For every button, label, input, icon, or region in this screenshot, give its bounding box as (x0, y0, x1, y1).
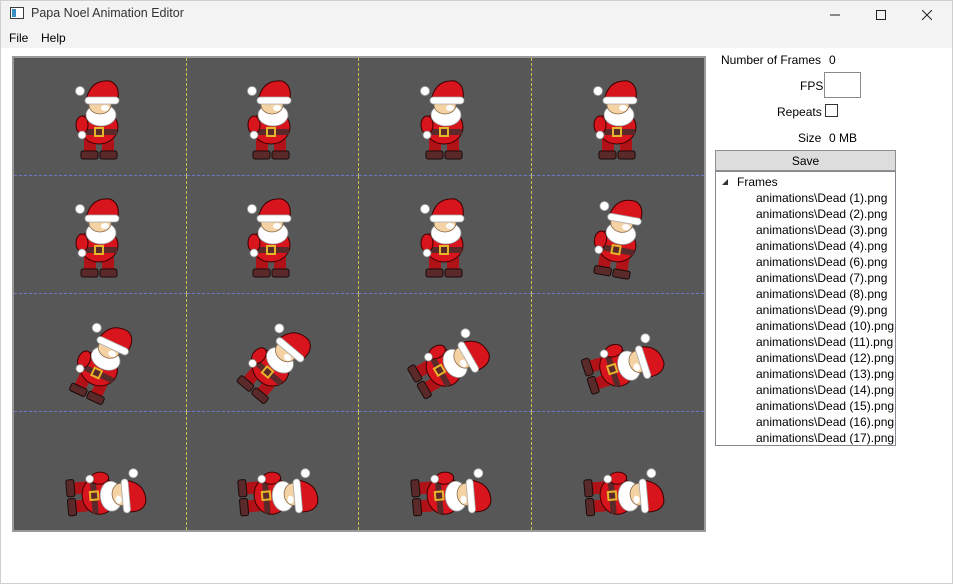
santa-sprite (68, 71, 132, 163)
close-button[interactable] (904, 1, 950, 28)
sprite-frame-cell[interactable] (531, 58, 704, 176)
santa-sprite (573, 320, 680, 409)
tree-frame-item[interactable]: animations\Dead (3).png (756, 222, 894, 238)
santa-sprite (55, 304, 152, 411)
properties-panel: Number of Frames 0 FPS Repeats Size 0 MB… (713, 49, 903, 449)
sprite-sheet-canvas[interactable] (12, 56, 706, 532)
close-icon (922, 9, 932, 20)
tree-frame-item[interactable]: animations\Dead (16).png (756, 414, 894, 430)
fps-label: FPS (800, 79, 824, 93)
sprite-frame-cell[interactable] (14, 176, 187, 294)
sprite-frame-cell[interactable] (359, 294, 532, 412)
sprite-frame-cell[interactable] (532, 412, 705, 530)
sprite-frame-cell[interactable] (186, 294, 359, 412)
santa-sprite (586, 71, 650, 163)
fps-input[interactable] (824, 72, 861, 98)
app-icon (10, 7, 24, 19)
santa-sprite (68, 189, 132, 281)
santa-sprite (413, 189, 477, 281)
tree-root-label: Frames (737, 175, 778, 189)
frames-count-value: 0 (829, 53, 836, 67)
santa-sprite (578, 460, 675, 530)
size-value: 0 MB (829, 131, 858, 145)
menu-file[interactable]: File (9, 31, 28, 45)
sprite-frame-cell[interactable] (14, 294, 187, 412)
tree-frame-item[interactable]: animations\Dead (11).png (756, 334, 894, 350)
expand-arrow-icon[interactable] (720, 177, 730, 187)
sprite-frame-cell[interactable] (14, 58, 187, 176)
tree-frame-item[interactable]: animations\Dead (8).png (756, 286, 894, 302)
santa-sprite (233, 460, 330, 530)
tree-frame-item[interactable]: animations\Dead (14).png (756, 382, 894, 398)
tree-frame-item[interactable]: animations\Dead (2).png (756, 206, 894, 222)
sprite-grid (14, 58, 704, 530)
repeats-label: Repeats (777, 105, 822, 119)
sprite-frame-cell[interactable] (531, 176, 704, 294)
maximize-button[interactable] (858, 1, 904, 28)
sprite-frame-cell[interactable] (359, 412, 532, 530)
santa-sprite (580, 184, 659, 286)
tree-frame-item[interactable]: animations\Dead (10).png (756, 318, 894, 334)
tree-frame-item[interactable]: animations\Dead (1).png (756, 190, 894, 206)
tree-children: animations\Dead (1).png animations\Dead (… (756, 190, 894, 445)
tree-root-frames[interactable]: Frames (720, 174, 778, 190)
tree-frame-item[interactable]: animations\Dead (9).png (756, 302, 894, 318)
save-button[interactable]: Save (715, 150, 896, 171)
santa-sprite (224, 305, 332, 411)
menu-help[interactable]: Help (41, 31, 66, 45)
tree-frame-item[interactable]: animations\Dead (15).png (756, 398, 894, 414)
minimize-icon (830, 14, 840, 15)
tree-frame-item[interactable]: animations\Dead (4).png (756, 238, 894, 254)
maximize-icon (876, 9, 886, 20)
sprite-frame-cell[interactable] (359, 176, 532, 294)
sprite-frame-cell[interactable] (14, 412, 187, 530)
tree-frame-item[interactable]: animations\Dead (13).png (756, 366, 894, 382)
sprite-frame-cell[interactable] (531, 294, 704, 412)
menu-bar: File Help (1, 28, 952, 48)
sprite-frame-cell[interactable] (186, 176, 359, 294)
santa-sprite (60, 460, 157, 530)
santa-sprite (405, 460, 502, 530)
tree-frame-item[interactable]: animations\Dead (12).png (756, 350, 894, 366)
frames-count-label: Number of Frames (721, 53, 822, 67)
window-title: Papa Noel Animation Editor (31, 6, 184, 20)
repeats-checkbox[interactable] (825, 104, 838, 117)
santa-sprite (413, 71, 477, 163)
santa-sprite (240, 189, 304, 281)
tree-frame-item[interactable]: animations\Dead (6).png (756, 254, 894, 270)
tree-frame-item[interactable]: animations\Dead (17).png (756, 430, 894, 445)
frames-tree[interactable]: Frames animations\Dead (1).png animations… (715, 171, 896, 446)
santa-sprite (397, 312, 509, 411)
sprite-frame-cell[interactable] (186, 58, 359, 176)
size-label: Size (798, 131, 822, 145)
app-window: Papa Noel Animation Editor File Help Num… (0, 0, 953, 584)
sprite-frame-cell[interactable] (187, 412, 359, 530)
sprite-frame-cell[interactable] (359, 58, 532, 176)
title-bar[interactable]: Papa Noel Animation Editor (1, 1, 952, 28)
tree-frame-item[interactable]: animations\Dead (7).png (756, 270, 894, 286)
santa-sprite (240, 71, 304, 163)
minimize-button[interactable] (812, 1, 858, 28)
